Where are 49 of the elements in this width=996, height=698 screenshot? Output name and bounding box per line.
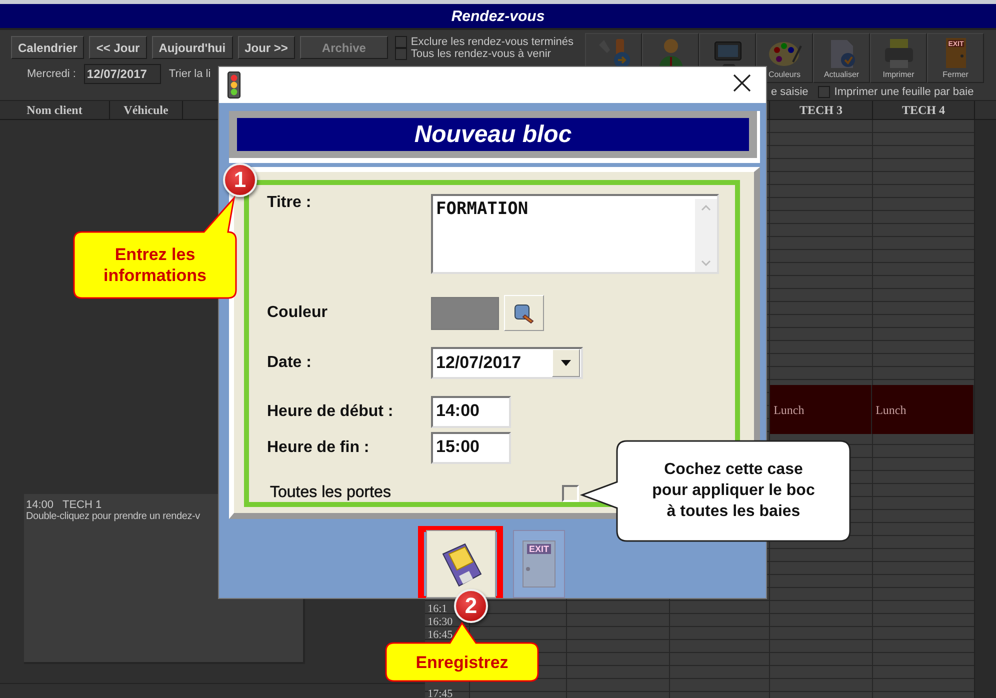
dropdown-arrow-icon: [561, 360, 571, 366]
lunch-cell: Lunch: [872, 385, 974, 434]
time-field[interactable]: 14:00: [431, 396, 511, 428]
field-label: Heure de début :: [267, 403, 394, 421]
vertical-scrollbar[interactable]: [974, 120, 996, 698]
toolbar-icon-button[interactable]: Imprimer: [870, 33, 927, 83]
checkbox[interactable]: [562, 484, 579, 502]
toolbar-button[interactable]: << Jour: [89, 36, 147, 59]
detail-heading: 14:00 TECH 1: [26, 499, 103, 511]
day-label: Mercredi :: [27, 68, 76, 80]
filter-checkbox[interactable]: Tous les rendez-vous à venir: [394, 48, 574, 60]
time-cell-text: 16:1: [426, 603, 448, 616]
field-label: Toutes les portes: [269, 484, 392, 502]
toolbar-button[interactable]: Jour >>: [238, 36, 295, 59]
time-cell-text: 16:45: [426, 629, 454, 642]
option-text: e saisie: [771, 86, 808, 98]
field-label: Date :: [267, 354, 312, 372]
field-label: Titre :: [267, 194, 312, 212]
lunch-cell: Lunch: [770, 385, 872, 434]
dialog-banner: Nouveau bloc: [237, 118, 749, 151]
print-checkbox[interactable]: Imprimer une feuille par baie: [818, 86, 974, 98]
save-button[interactable]: [418, 526, 503, 598]
time-cell-text: 16:30: [426, 616, 454, 629]
detail-hint: Double-cliquez pour prendre un rendez-v: [26, 511, 201, 522]
color-picker-button[interactable]: [504, 295, 544, 331]
column-header: Véhicule: [110, 101, 183, 119]
traffic-light-icon: [227, 71, 241, 99]
filter-checkbox[interactable]: Exclure les rendez-vous terminés: [394, 36, 574, 48]
field-label: Heure de fin :: [267, 439, 370, 457]
column-header: Nom client: [0, 101, 110, 119]
field-label: Couleur: [267, 304, 328, 322]
color-swatch[interactable]: [431, 296, 499, 330]
scroll-down-icon: [701, 260, 711, 266]
close-icon: [732, 73, 752, 93]
time-cell-text: 17:45: [426, 688, 454, 698]
sort-label: Trier la li: [168, 68, 211, 80]
toolbar-icon-button[interactable]: Couleurs: [756, 33, 813, 83]
toolbar-button[interactable]: Aujourd'hui: [152, 36, 233, 59]
column-header: TECH 3: [770, 101, 873, 119]
date-dropdown[interactable]: 12/07/2017: [431, 347, 583, 379]
time-field[interactable]: 15:00: [431, 432, 511, 464]
toolbar-icon-button[interactable]: Actualiser: [813, 33, 870, 83]
toolbar-button[interactable]: Calendrier: [11, 36, 84, 59]
date-field[interactable]: 12/07/2017: [84, 64, 161, 84]
window-title: Rendez-vous: [451, 8, 545, 24]
title-textarea[interactable]: FORMATION: [431, 194, 719, 274]
callout: Entrez les informations: [74, 196, 238, 300]
column-header: TECH 4: [873, 101, 975, 119]
scroll-up-icon: [701, 205, 711, 211]
